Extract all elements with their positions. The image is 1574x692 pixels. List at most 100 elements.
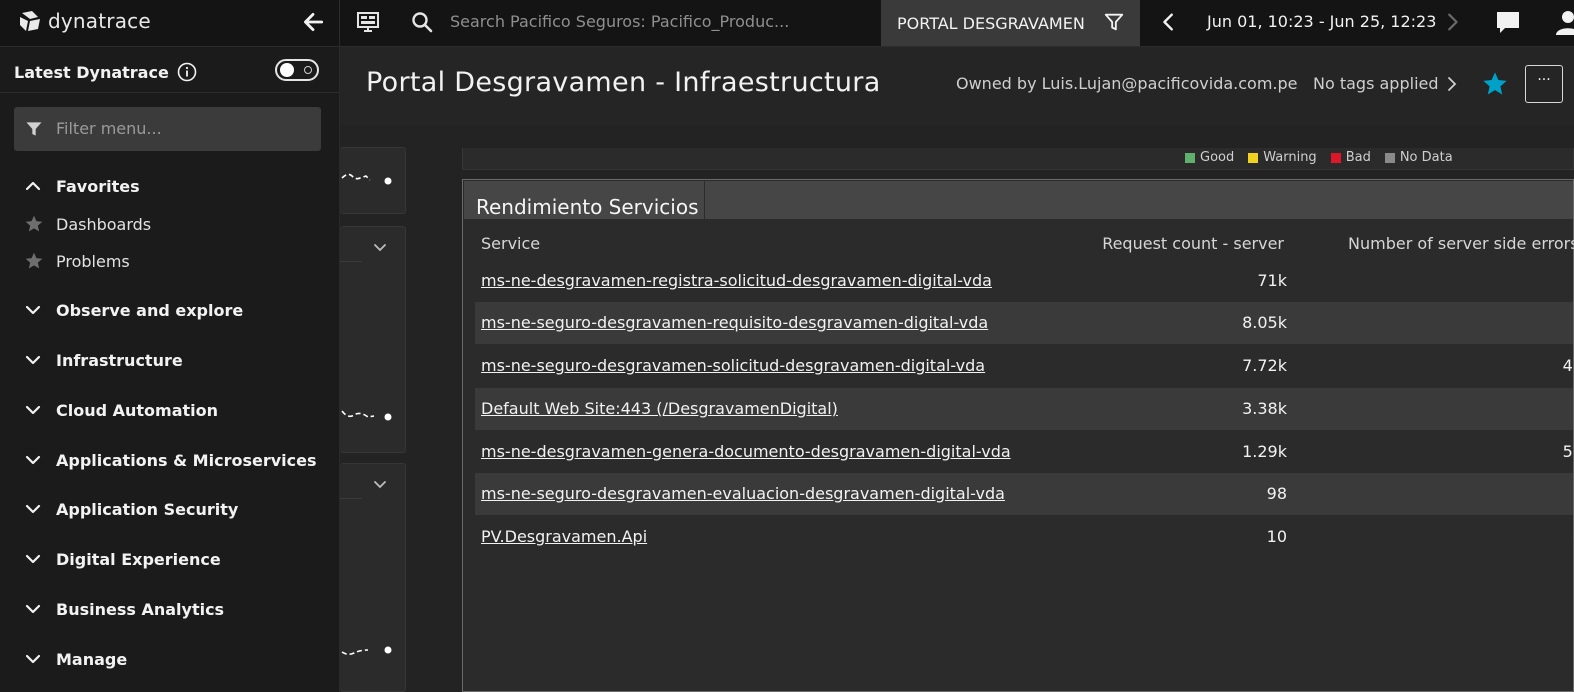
search-input[interactable]: Search Pacifico Seguros: Pacifico_Produc… bbox=[450, 12, 789, 31]
chevron-down-icon bbox=[25, 405, 41, 415]
table-row: ms-ne-seguro-desgravamen-requisito-desgr… bbox=[475, 302, 1574, 344]
chevron-left-icon[interactable] bbox=[1158, 11, 1180, 33]
service-link[interactable]: PV.Desgravamen.Api bbox=[481, 527, 647, 546]
service-link[interactable]: ms-ne-desgravamen-registra-solicitud-des… bbox=[481, 271, 992, 290]
table-row: Default Web Site:443 (/DesgravamenDigita… bbox=[475, 388, 1574, 430]
server-errors: 43 bbox=[1562, 356, 1574, 375]
dashboard-monitor-icon[interactable] bbox=[356, 10, 380, 34]
favorite-item-problems[interactable]: Problems bbox=[24, 248, 130, 274]
timeframe-selector[interactable]: Jun 01, 10:23 - Jun 25, 12:23 bbox=[1207, 12, 1436, 31]
chevron-down-icon bbox=[25, 504, 41, 514]
nav-section-cloud-automation[interactable]: Cloud Automation bbox=[24, 396, 218, 424]
table-row: ms-ne-seguro-desgravamen-evaluacion-desg… bbox=[475, 473, 1574, 515]
service-link[interactable]: ms-ne-desgravamen-genera-documento-desgr… bbox=[481, 442, 1011, 461]
dynatrace-logo[interactable]: dynatrace bbox=[18, 9, 151, 33]
nav-section-observe-and-explore[interactable]: Observe and explore bbox=[24, 296, 243, 324]
star-icon bbox=[25, 215, 43, 232]
favorite-item-label: Dashboards bbox=[56, 214, 152, 234]
service-link[interactable]: ms-ne-seguro-desgravamen-solicitud-desgr… bbox=[481, 356, 985, 375]
dynatrace-logo-icon bbox=[20, 11, 40, 31]
legend-swatch bbox=[1185, 152, 1195, 163]
legend-item-no-data: No Data bbox=[1384, 150, 1453, 165]
chevron-down-icon[interactable] bbox=[372, 241, 388, 255]
divider bbox=[339, 0, 340, 46]
search-icon[interactable] bbox=[410, 10, 434, 34]
nav-section-label: Cloud Automation bbox=[56, 400, 219, 420]
nav-section-label: Application Security bbox=[56, 499, 239, 519]
legend-label: No Data bbox=[1399, 150, 1453, 165]
table-row: ms-ne-seguro-desgravamen-solicitud-desgr… bbox=[475, 345, 1574, 387]
server-errors: 5 bbox=[1543, 313, 1574, 332]
collapse-menu-icon[interactable] bbox=[300, 9, 326, 35]
nav-section-favorites[interactable]: Favorites bbox=[24, 172, 140, 200]
legend-swatch bbox=[1330, 152, 1341, 163]
legend-label: Bad bbox=[1345, 150, 1371, 165]
dashboard-area: Portal Desgravamen - Infraestructura Own… bbox=[340, 47, 1574, 692]
legend-label: Good bbox=[1200, 150, 1235, 165]
more-options-button[interactable]: ··· bbox=[1525, 65, 1563, 103]
server-errors: 6 bbox=[1543, 399, 1574, 418]
chevron-down-icon bbox=[25, 455, 41, 465]
favorite-item-label: Problems bbox=[56, 251, 130, 271]
favorite-item-dashboards[interactable]: Dashboards bbox=[24, 211, 151, 237]
request-count: 3.38k bbox=[1242, 399, 1287, 418]
legend-item-warning: Warning bbox=[1248, 150, 1317, 165]
service-link[interactable]: Default Web Site:443 (/DesgravamenDigita… bbox=[481, 399, 838, 418]
nav-section-application-security[interactable]: Application Security bbox=[24, 495, 238, 523]
management-zone-filter[interactable]: PORTAL DESGRAVAMEN bbox=[881, 0, 1140, 46]
star-icon bbox=[25, 252, 43, 269]
brand-name: dynatrace bbox=[48, 9, 151, 33]
nav-section-label: Infrastructure bbox=[56, 350, 183, 370]
legend-swatch bbox=[1384, 152, 1395, 163]
dashboard-tile bbox=[340, 226, 406, 453]
favorite-star-icon[interactable] bbox=[1481, 70, 1509, 98]
services-table-tile[interactable]: Rendimiento Servicios Service Request co… bbox=[462, 179, 1574, 692]
page-title: Portal Desgravamen - Infraestructura bbox=[366, 67, 881, 98]
nav-section-business-analytics[interactable]: Business Analytics bbox=[24, 595, 224, 623]
filter-menu-input[interactable]: Filter menu... bbox=[14, 107, 321, 151]
latest-dynatrace-toggle[interactable] bbox=[275, 59, 319, 81]
legend-label: Warning bbox=[1263, 150, 1317, 165]
nav-section-label: Applications & Microservices bbox=[56, 450, 317, 470]
sparkline-icon bbox=[341, 410, 392, 421]
server-errors: 1 bbox=[1543, 484, 1574, 503]
divider bbox=[340, 261, 362, 262]
nav-section-label: Business Analytics bbox=[56, 599, 225, 619]
chevron-right-icon[interactable] bbox=[1441, 11, 1463, 33]
legend-swatch bbox=[1248, 152, 1259, 163]
legend-item-good: Good bbox=[1185, 150, 1234, 165]
request-count: 1.29k bbox=[1242, 442, 1287, 461]
dashboard-tile bbox=[340, 147, 406, 214]
filter-icon[interactable] bbox=[1103, 11, 1125, 33]
service-link[interactable]: ms-ne-seguro-desgravamen-evaluacion-desg… bbox=[481, 484, 1005, 503]
info-icon[interactable] bbox=[177, 62, 197, 82]
column-header-server-errors[interactable]: Number of server side errors bbox=[1348, 234, 1574, 253]
chevron-right-icon[interactable] bbox=[1444, 75, 1460, 93]
tile-title: Rendimiento Servicios bbox=[476, 195, 699, 219]
nav-section-applications-microservices[interactable]: Applications & Microservices bbox=[24, 446, 316, 474]
request-count: 71k bbox=[1257, 271, 1287, 290]
service-link[interactable]: ms-ne-seguro-desgravamen-requisito-desgr… bbox=[481, 313, 988, 332]
management-zone-label: PORTAL DESGRAVAMEN bbox=[897, 13, 1085, 33]
chevron-down-icon bbox=[25, 604, 41, 614]
column-header-service[interactable]: Service bbox=[481, 234, 540, 253]
toggle-off-indicator bbox=[304, 66, 312, 74]
chevron-down-icon bbox=[25, 554, 41, 564]
chat-icon[interactable] bbox=[1495, 9, 1521, 35]
server-errors: 0 bbox=[1543, 527, 1574, 546]
nav-section-manage[interactable]: Manage bbox=[24, 645, 127, 673]
nav-section-infrastructure[interactable]: Infrastructure bbox=[24, 346, 183, 374]
dashboard-tags[interactable]: No tags applied bbox=[1313, 74, 1439, 93]
nav-section-digital-experience[interactable]: Digital Experience bbox=[24, 545, 221, 573]
latest-dynatrace-row: Latest Dynatrace bbox=[14, 59, 324, 85]
legend-item-bad: Bad bbox=[1330, 150, 1371, 165]
column-header-request-count[interactable]: Request count - server bbox=[1102, 234, 1284, 253]
nav-section-label: Digital Experience bbox=[56, 549, 221, 569]
request-count: 10 bbox=[1266, 527, 1287, 546]
sparkline-icon bbox=[341, 646, 392, 656]
chevron-down-icon[interactable] bbox=[372, 478, 388, 492]
server-errors: 1 bbox=[1543, 271, 1574, 290]
user-icon[interactable] bbox=[1554, 9, 1574, 35]
dashboard-header: Portal Desgravamen - Infraestructura Own… bbox=[340, 47, 1574, 125]
filter-menu-placeholder: Filter menu... bbox=[56, 119, 162, 138]
